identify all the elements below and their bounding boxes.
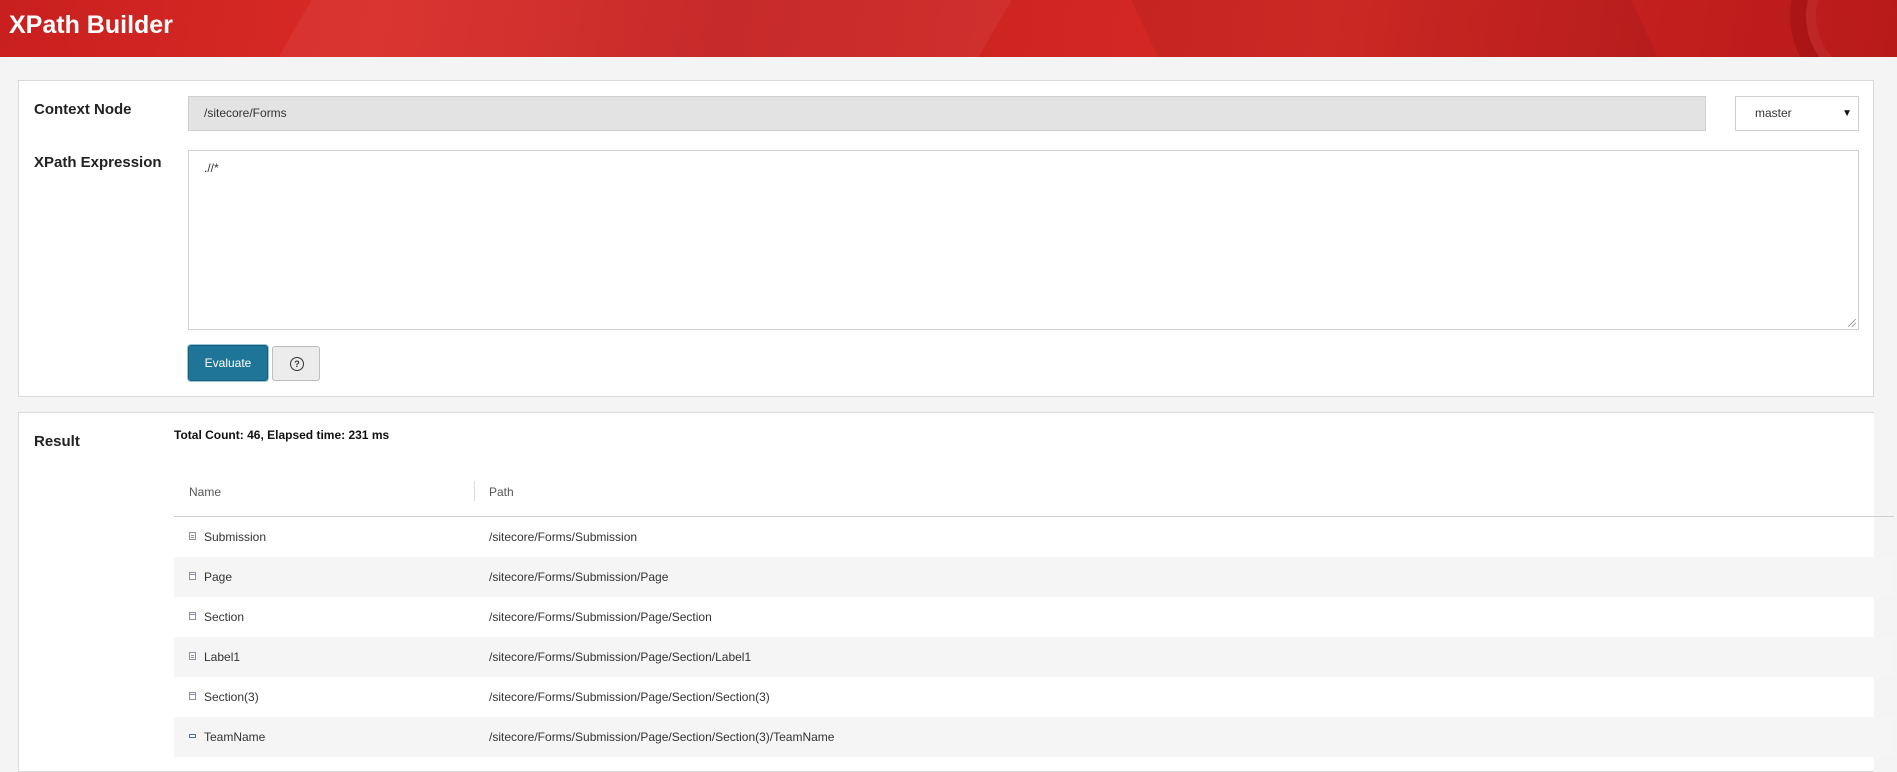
table-row[interactable]: Section(3) /sitecore/Forms/Submission/Pa… <box>174 677 1894 717</box>
database-select[interactable]: master ▼ <box>1735 96 1859 131</box>
table-row[interactable]: Submission /sitecore/Forms/Submission <box>174 517 1894 557</box>
table-row[interactable]: Label1 /sitecore/Forms/Submission/Page/S… <box>174 637 1894 677</box>
query-panel: Context Node /sitecore/Forms master ▼ XP… <box>18 80 1874 397</box>
row-name: Page <box>204 570 233 584</box>
row-path: /sitecore/Forms/Submission/Page/Section/… <box>489 690 770 704</box>
text-icon <box>189 652 196 660</box>
row-name: Section <box>204 610 245 624</box>
row-path: /sitecore/Forms/Submission <box>489 530 638 544</box>
context-node-input[interactable]: /sitecore/Forms <box>188 96 1706 131</box>
header-decoration <box>242 0 1058 57</box>
column-header-path[interactable]: Path <box>489 485 514 499</box>
row-path: /sitecore/Forms/Submission/Page/Section/… <box>489 730 835 744</box>
page-icon <box>189 572 196 580</box>
row-path: /sitecore/Forms/Submission/Page/Section/… <box>489 650 752 664</box>
result-panel: Result Total Count: 46, Elapsed time: 23… <box>18 412 1894 772</box>
table-header: Name Path <box>174 463 1894 517</box>
row-name: TeamName <box>204 730 266 744</box>
table-row[interactable]: Page /sitecore/Forms/Submission/Page <box>174 557 1894 597</box>
header-logo-ring <box>1790 0 1897 57</box>
row-path: /sitecore/Forms/Submission/Page/Section <box>489 610 712 624</box>
evaluate-button[interactable]: Evaluate <box>188 345 268 381</box>
xpath-expression-label: XPath Expression <box>34 154 162 171</box>
caret-down-icon: ▼ <box>1842 108 1852 119</box>
section-icon <box>189 612 196 620</box>
app-title: XPath Builder <box>9 11 173 39</box>
table-row[interactable]: Section /sitecore/Forms/Submission/Page/… <box>174 597 1894 637</box>
help-button[interactable]: ? <box>272 346 320 381</box>
context-node-label: Context Node <box>34 101 132 118</box>
row-name: Label1 <box>204 650 241 664</box>
column-header-name[interactable]: Name <box>189 485 221 499</box>
row-path: /sitecore/Forms/Submission/Page <box>489 570 669 584</box>
app-header: XPath Builder <box>0 0 1897 57</box>
xpath-expression-value: .//* <box>204 161 219 175</box>
result-summary: Total Count: 46, Elapsed time: 231 ms <box>174 428 390 442</box>
section-icon <box>189 692 196 700</box>
column-divider <box>474 481 475 501</box>
input-field-icon <box>189 734 196 738</box>
database-select-value: master <box>1755 106 1792 120</box>
table-row[interactable]: TeamName /sitecore/Forms/Submission/Page… <box>174 717 1894 757</box>
resize-grip-icon[interactable] <box>1848 319 1856 327</box>
form-icon <box>189 532 196 540</box>
row-name: Section(3) <box>204 690 259 704</box>
result-label: Result <box>34 433 80 450</box>
header-decoration <box>1103 0 1697 57</box>
result-table: Name Path Submission /sitecore/Forms/Sub… <box>174 463 1894 757</box>
row-name: Submission <box>204 530 267 544</box>
xpath-expression-textarea[interactable]: .//* <box>188 150 1859 330</box>
question-mark-icon: ? <box>290 357 304 371</box>
